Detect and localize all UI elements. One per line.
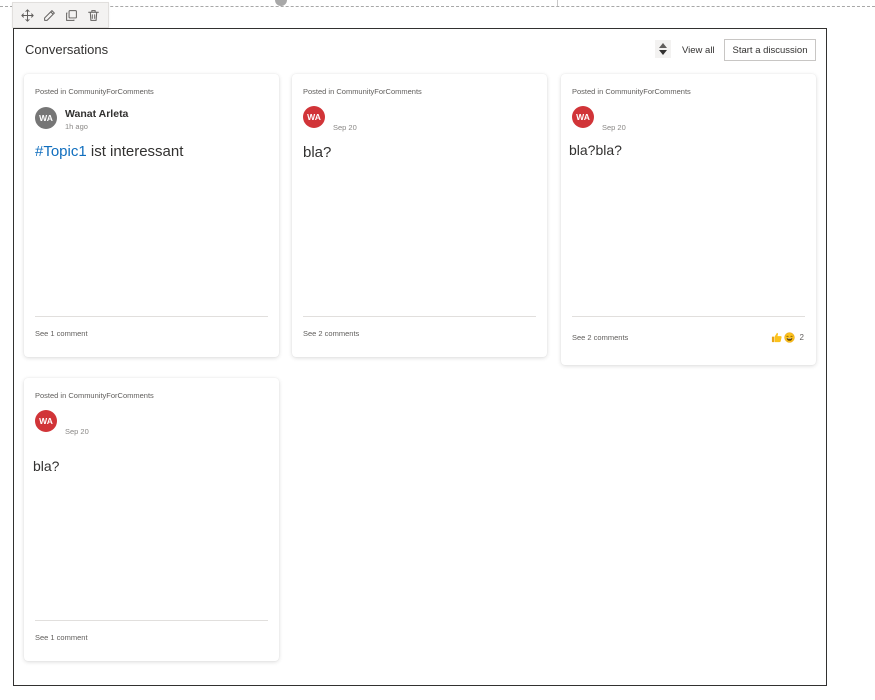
avatar[interactable]: WA — [35, 410, 57, 432]
card-divider — [35, 316, 268, 317]
see-comments-link[interactable]: See 2 comments — [572, 333, 628, 342]
section-boundary — [0, 6, 875, 7]
webpart-toolbar — [12, 2, 109, 28]
post-text: bla? — [33, 458, 60, 474]
move-icon[interactable] — [19, 6, 37, 24]
post-body: bla?bla? — [569, 142, 622, 158]
conversation-card[interactable]: Posted in CommunityForComments WA Wanat … — [24, 74, 279, 357]
post-time: Sep 20 — [333, 123, 357, 132]
conversation-card[interactable]: Posted in CommunityForComments WA Sep 20… — [24, 378, 279, 661]
post-time: Sep 20 — [65, 427, 89, 436]
avatar[interactable]: WA — [35, 107, 57, 129]
reactions-summary[interactable]: 2 — [771, 332, 804, 343]
see-comments-link[interactable]: See 1 comment — [35, 329, 88, 338]
delete-icon[interactable] — [84, 6, 102, 24]
card-divider — [35, 620, 268, 621]
webpart-title: Conversations — [25, 42, 109, 57]
thumbs-up-icon — [771, 332, 782, 343]
conversation-card[interactable]: Posted in CommunityForComments WA Sep 20… — [561, 74, 816, 365]
laughing-face-icon — [783, 332, 795, 343]
post-time: 1h ago — [65, 122, 88, 131]
conversation-card[interactable]: Posted in CommunityForComments WA Sep 20… — [292, 74, 547, 357]
post-body: #Topic1 ist interessant — [35, 143, 183, 160]
card-divider — [572, 316, 805, 317]
hashtag-link[interactable]: #Topic1 — [35, 143, 87, 160]
posted-in-label: Posted in CommunityForComments — [35, 87, 154, 96]
posted-in-label: Posted in CommunityForComments — [572, 87, 691, 96]
post-body: bla? — [33, 458, 59, 474]
author-name[interactable]: Wanat Arleta — [65, 108, 128, 120]
see-comments-link[interactable]: See 2 comments — [303, 329, 359, 338]
column-marker — [557, 0, 558, 6]
sort-down-icon — [659, 50, 667, 55]
see-comments-link[interactable]: See 1 comment — [35, 633, 88, 642]
reaction-count: 2 — [799, 333, 804, 342]
sort-button[interactable] — [655, 40, 671, 58]
posted-in-label: Posted in CommunityForComments — [303, 87, 422, 96]
avatar[interactable]: WA — [303, 106, 325, 128]
post-time: Sep 20 — [602, 123, 626, 132]
post-body: bla? — [303, 144, 331, 161]
post-text: ist interessant — [86, 143, 184, 160]
post-text: bla? — [303, 144, 332, 161]
conversations-webpart: Conversations View all Start a discussio… — [13, 28, 827, 686]
edit-icon[interactable] — [41, 6, 59, 24]
start-discussion-button[interactable]: Start a discussion — [724, 39, 816, 61]
sort-up-icon — [659, 43, 667, 48]
post-text: bla?bla? — [569, 142, 622, 158]
avatar[interactable]: WA — [572, 106, 594, 128]
duplicate-icon[interactable] — [62, 6, 80, 24]
posted-in-label: Posted in CommunityForComments — [35, 391, 154, 400]
view-all-link[interactable]: View all — [682, 45, 715, 56]
card-divider — [303, 316, 536, 317]
